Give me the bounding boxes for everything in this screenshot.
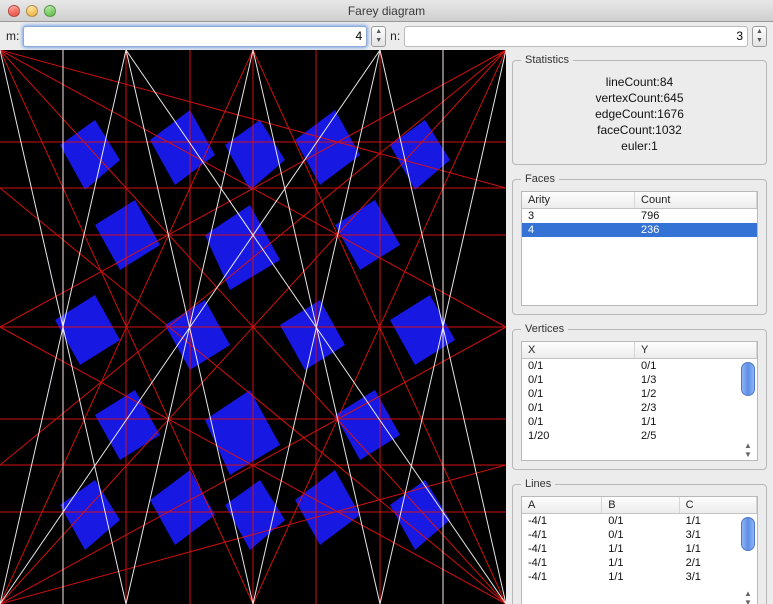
lines-legend: Lines	[521, 478, 555, 490]
statistics-legend: Statistics	[521, 54, 573, 66]
vertices-legend: Vertices	[521, 323, 568, 335]
vertices-table[interactable]: X Y 0/10/10/11/30/11/20/12/30/11/11/202/…	[522, 342, 757, 443]
close-button[interactable]	[8, 5, 20, 17]
faces-header-arity[interactable]: Arity	[522, 192, 635, 209]
lines-header-c[interactable]: C	[679, 497, 756, 514]
faces-group: Faces Arity Count 37964236	[512, 173, 767, 315]
table-row[interactable]: -4/10/11/1	[522, 514, 757, 529]
table-row[interactable]: 0/10/1	[522, 359, 757, 374]
vertices-scrollbar[interactable]	[741, 362, 755, 396]
traffic-lights	[8, 5, 56, 17]
lines-group: Lines A B C -4/10/11/1-4/10/13/1-4/11/11…	[512, 478, 767, 604]
faces-header-count[interactable]: Count	[635, 192, 757, 209]
parameter-bar: m: ▲▼ n: ▲▼	[0, 22, 773, 50]
statistics-body: lineCount:84 vertexCount:645 edgeCount:1…	[521, 72, 758, 156]
stat-line: vertexCount:645	[521, 90, 758, 106]
table-row[interactable]: 4236	[522, 223, 757, 237]
lines-header-a[interactable]: A	[522, 497, 602, 514]
window-titlebar: Farey diagram	[0, 0, 773, 22]
stat-line: lineCount:84	[521, 74, 758, 90]
vertices-scroll-arrows[interactable]: ▲▼	[741, 441, 755, 459]
window-title: Farey diagram	[348, 4, 425, 18]
stat-line: faceCount:1032	[521, 122, 758, 138]
table-row[interactable]: -4/11/13/1	[522, 570, 757, 584]
m-stepper[interactable]: ▲▼	[371, 26, 386, 47]
stat-line: euler:1	[521, 138, 758, 154]
faces-table[interactable]: Arity Count 37964236	[522, 192, 757, 237]
table-row[interactable]: 0/11/3	[522, 373, 757, 387]
minimize-button[interactable]	[26, 5, 38, 17]
table-row[interactable]: -4/11/11/1	[522, 542, 757, 556]
n-input[interactable]	[404, 26, 748, 47]
n-stepper[interactable]: ▲▼	[752, 26, 767, 47]
table-row[interactable]: 0/12/3	[522, 401, 757, 415]
lines-table[interactable]: A B C -4/10/11/1-4/10/13/1-4/11/11/1-4/1…	[522, 497, 757, 584]
table-row[interactable]: 0/11/1	[522, 415, 757, 429]
table-row[interactable]: 0/11/2	[522, 387, 757, 401]
faces-legend: Faces	[521, 173, 559, 185]
table-row[interactable]: 3796	[522, 209, 757, 224]
lines-scroll-arrows[interactable]: ▲▼	[741, 589, 755, 604]
farey-diagram-canvas[interactable]	[0, 50, 506, 604]
stat-line: edgeCount:1676	[521, 106, 758, 122]
m-label: m:	[6, 29, 19, 43]
lines-scrollbar[interactable]	[741, 517, 755, 551]
table-row[interactable]: -4/10/13/1	[522, 528, 757, 542]
m-input[interactable]	[23, 26, 367, 47]
statistics-group: Statistics lineCount:84 vertexCount:645 …	[512, 54, 767, 165]
zoom-button[interactable]	[44, 5, 56, 17]
table-row[interactable]: 1/202/5	[522, 429, 757, 443]
lines-header-b[interactable]: B	[602, 497, 679, 514]
table-row[interactable]: -4/11/12/1	[522, 556, 757, 570]
n-label: n:	[390, 29, 400, 43]
vertices-header-x[interactable]: X	[522, 342, 635, 359]
vertices-group: Vertices X Y 0/10/10/11/30/11/20/12/30/1…	[512, 323, 767, 470]
vertices-header-y[interactable]: Y	[635, 342, 757, 359]
